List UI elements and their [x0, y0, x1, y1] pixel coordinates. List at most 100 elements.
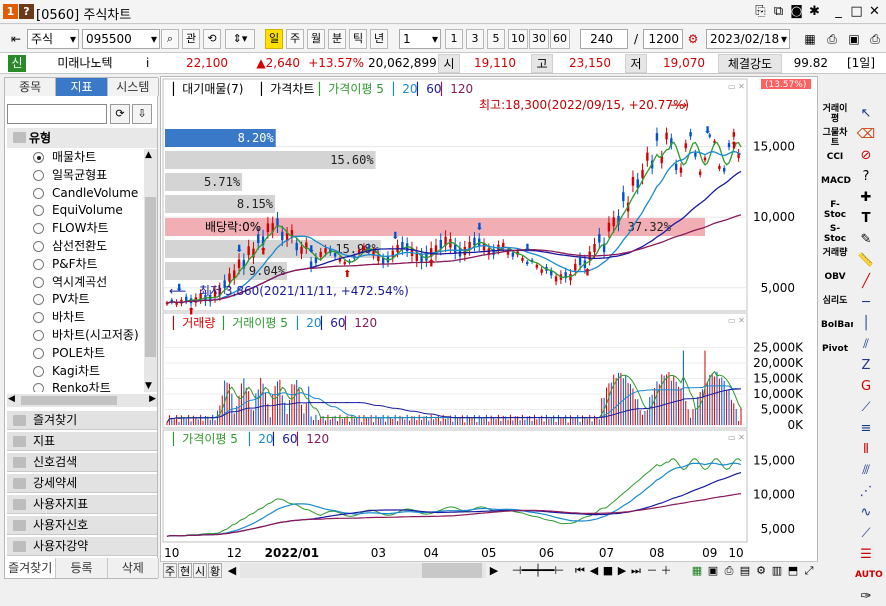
crosshair-icon[interactable]: ✚ [855, 188, 877, 207]
chevron-up-icon[interactable]: ▲ [145, 150, 152, 160]
trend-icon[interactable]: ⟋ [855, 524, 877, 543]
horizontal-scrollbar[interactable]: ◀ ▶ [7, 394, 157, 407]
market-select[interactable]: 주식 ▾ [27, 29, 79, 49]
refresh-icon[interactable]: ⟳ [110, 104, 130, 124]
period-week[interactable]: 주 [286, 29, 304, 49]
date-select[interactable]: 2023/02/18 ▾ [706, 29, 790, 49]
pin-icon[interactable]: ⎘ [752, 3, 769, 20]
text-tool-icon[interactable]: T [855, 209, 877, 228]
list-item[interactable]: 삼선전환도 [7, 238, 157, 256]
gann-icon[interactable]: G [855, 377, 877, 396]
close-button[interactable]: ✕ [866, 3, 883, 20]
pencil-icon[interactable]: ✎ [855, 230, 877, 249]
quick-volume[interactable]: 거래량 [821, 248, 849, 268]
period-year[interactable]: 년 [370, 29, 388, 49]
info-icon[interactable]: i [146, 55, 156, 72]
chart-canvas[interactable]: 8.20%15.60%5.71%8.15%37.32%15.98%9.04% ⬆… [161, 77, 819, 562]
quick-obv[interactable]: OBV [821, 272, 849, 292]
section-user-signals[interactable]: 사용자신호 [7, 516, 157, 535]
quick-bollinger[interactable]: BoIBand [821, 320, 863, 340]
list-item[interactable]: EquiVolume [7, 202, 157, 220]
tab-status[interactable]: 황 [208, 563, 222, 578]
vertical-line-icon[interactable]: │ [855, 314, 877, 333]
quick-fast-stoch[interactable]: F-Stoc [821, 200, 849, 220]
period-day[interactable]: 일 [265, 29, 283, 49]
bars-icon[interactable]: ☰ [855, 545, 877, 564]
print-icon[interactable]: ⎙ [722, 563, 736, 578]
eraser-icon[interactable]: ⌫ [855, 125, 877, 144]
settings-adjust-icon[interactable]: ⚙ [684, 29, 702, 49]
quick-net-chart[interactable]: 그물차트 [821, 128, 849, 148]
quick-macd[interactable]: MACD [821, 176, 851, 196]
jump-start-icon[interactable]: ⏮ [574, 563, 586, 578]
list-scrollbar[interactable]: ▲ ▼ [144, 149, 157, 392]
total-count-input[interactable]: 1200 [643, 29, 683, 49]
list-item[interactable]: POLE차트 [7, 345, 157, 363]
scroll-right-icon[interactable]: ▶ [488, 563, 500, 578]
auto-icon[interactable]: AUTO [855, 566, 883, 585]
stock-code-input[interactable]: 095500 ▾ [82, 29, 160, 49]
list-item[interactable]: 일목균형표 [7, 167, 157, 185]
settings-icon[interactable]: ⚙ [754, 563, 768, 578]
refresh-icon[interactable]: ⟲ [203, 29, 221, 49]
delete-all-icon[interactable]: ⊘ [855, 146, 877, 165]
excel-icon[interactable]: ▦ [690, 563, 704, 578]
tab-indicators[interactable]: 지표 [56, 78, 108, 96]
prev-icon[interactable]: ◀ [588, 563, 600, 578]
minute-10[interactable]: 10 [508, 29, 528, 49]
scroll-thumb[interactable] [21, 396, 117, 405]
chart-area[interactable]: 8.20% 15.60% 5.71% 8.15% 37.32% 15.98% 9.04% ⬆… [160, 76, 818, 579]
speed-line-icon[interactable]: ⫻ [855, 461, 877, 480]
list-item[interactable]: 매물차트 [7, 149, 157, 167]
channel-icon[interactable]: ⫽ [855, 335, 877, 354]
maximize-button[interactable]: □ [848, 3, 865, 20]
list-item[interactable]: FLOW차트 [7, 220, 157, 238]
minute-30[interactable]: 30 [529, 29, 549, 49]
period-tick[interactable]: 틱 [349, 29, 367, 49]
tab-stocks[interactable]: 종목 [5, 78, 57, 96]
period-minute[interactable]: 분 [328, 29, 346, 49]
tab-delete[interactable]: 삭제 [108, 558, 159, 578]
up-down-icon[interactable]: ⇕▾ [225, 29, 255, 49]
minimize-button[interactable]: _ [830, 3, 847, 20]
scroll-left-icon[interactable]: ◀ [226, 563, 238, 578]
count-input[interactable]: 240 [580, 29, 628, 49]
watch-button[interactable]: 관 [182, 29, 200, 49]
list-item[interactable]: PV차트 [7, 291, 157, 309]
expand-icon[interactable]: ⬒ [786, 563, 800, 578]
tab-market[interactable]: 시 [193, 563, 207, 578]
list-item[interactable]: P&F차트 [7, 256, 157, 274]
list-item[interactable]: Renko차트 [7, 380, 157, 392]
scroll-thumb[interactable] [422, 563, 482, 578]
pen-icon[interactable]: ✑ [855, 587, 877, 606]
search-icon[interactable]: ⌕ [161, 29, 179, 49]
tab-favorites[interactable]: 즐겨찾기 [5, 558, 57, 578]
list-item[interactable]: 바차트(시고저종) [7, 327, 157, 345]
pane-minimize-icon[interactable]: ▭ ✕ [728, 316, 745, 325]
tab-register[interactable]: 등록 [56, 558, 108, 578]
cycle-icon[interactable]: ⦀ [855, 440, 877, 459]
link-icon[interactable]: ⧉ [770, 3, 787, 20]
quick-psychology[interactable]: 심리도 [821, 296, 849, 316]
minute-5[interactable]: 5 [487, 29, 505, 49]
print-icon[interactable]: ⎙ [866, 29, 884, 49]
section-favorites[interactable]: 즐겨찾기 [7, 411, 157, 430]
section-strength[interactable]: 강세약세 [7, 474, 157, 493]
help-badge[interactable]: ? [19, 4, 34, 19]
zoom-in-icon[interactable]: ＋ [660, 563, 672, 578]
arc-icon[interactable]: ⋰ [855, 482, 877, 501]
period-number-select[interactable]: 1 ▾ [399, 29, 441, 49]
list-item[interactable]: Kagi차트 [7, 363, 157, 381]
help-icon[interactable]: ? [855, 167, 877, 186]
toolbar-icon-b[interactable]: ⎙ [823, 29, 841, 49]
group-header[interactable]: 유형 [7, 128, 157, 148]
save-icon[interactable]: ▣ [706, 563, 720, 578]
list-item[interactable]: 바차트 [7, 309, 157, 327]
zigzag-icon[interactable]: Ζ [855, 356, 877, 375]
list-item[interactable]: CandleVolume [7, 185, 157, 203]
indicator-search-input[interactable] [7, 104, 107, 124]
settings-gear-icon[interactable]: ✱ [806, 3, 823, 20]
fibonacci-icon[interactable]: ≡ [855, 419, 877, 438]
scroll-thumb[interactable] [145, 197, 156, 357]
tab-main[interactable]: 주 [163, 563, 177, 578]
